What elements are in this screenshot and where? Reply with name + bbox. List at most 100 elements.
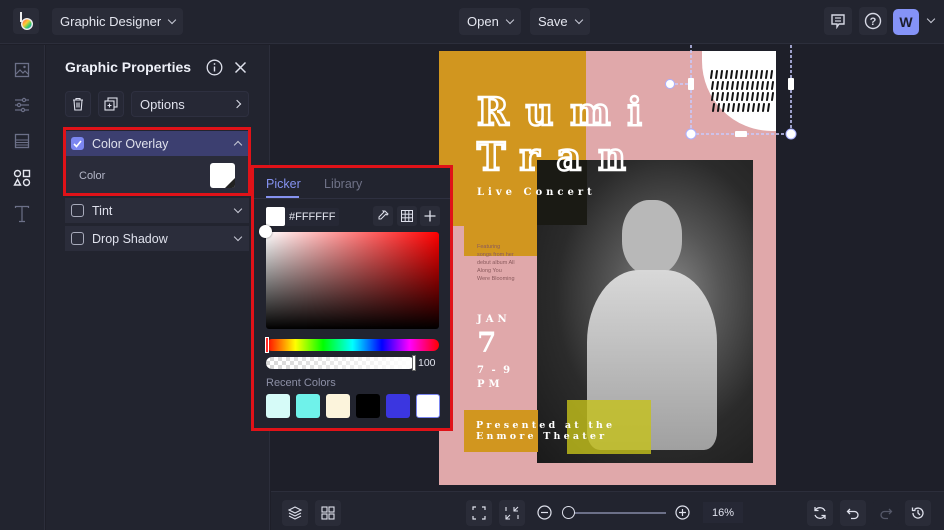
rail-item-graphics[interactable] [12, 168, 32, 188]
shrink-button[interactable] [499, 500, 525, 526]
poster-time-line2: PM [477, 379, 504, 390]
photo-face [622, 200, 682, 275]
rail-item-image[interactable] [12, 60, 32, 80]
drop-shadow-header[interactable]: Drop Shadow [65, 226, 249, 251]
drop-shadow-checkbox[interactable] [71, 232, 84, 245]
poster-month: JAN [477, 314, 511, 325]
recent-color-swatch[interactable] [386, 394, 410, 418]
minus-circle-icon [537, 505, 552, 520]
current-color-swatch [266, 207, 285, 226]
hue-slider[interactable] [266, 339, 439, 351]
app-menu-dropdown[interactable]: Graphic Designer [52, 8, 184, 35]
recent-color-swatch[interactable] [296, 394, 320, 418]
sliders-icon [15, 97, 29, 113]
chevron-down-icon [574, 15, 583, 25]
resize-handle-bottom-left[interactable] [685, 128, 697, 140]
help-button[interactable]: ? [859, 7, 887, 35]
zoom-slider-handle[interactable] [562, 506, 575, 519]
hue-handle[interactable] [265, 337, 269, 353]
open-dropdown[interactable]: Open [459, 8, 521, 35]
saturation-value-area[interactable] [266, 232, 439, 329]
delete-button[interactable] [65, 91, 91, 117]
eyedropper-button[interactable] [373, 206, 393, 226]
rail-item-layout[interactable] [12, 131, 32, 151]
tint-header[interactable]: Tint [65, 198, 249, 223]
tab-library[interactable]: Library [324, 177, 362, 191]
info-button[interactable] [206, 59, 223, 81]
refresh-icon [814, 507, 826, 519]
opacity-handle[interactable] [412, 355, 416, 371]
duplicate-icon [104, 97, 118, 111]
grid-icon [321, 506, 335, 520]
recent-color-swatch[interactable] [326, 394, 350, 418]
user-avatar[interactable]: W [893, 9, 919, 35]
close-icon [234, 61, 247, 74]
chevron-right-icon [232, 99, 242, 109]
recent-color-swatch[interactable] [416, 394, 440, 418]
hex-input[interactable]: #FFFFFF [285, 208, 339, 226]
eyedropper-icon [378, 210, 389, 220]
app-logo[interactable] [13, 8, 39, 34]
tab-divider [254, 198, 450, 199]
opacity-slider[interactable] [266, 357, 415, 369]
help-icon: ? [864, 12, 882, 30]
tab-picker[interactable]: Picker [266, 177, 301, 191]
expand-icon [472, 506, 486, 520]
poster-venue-line1: Presented at the [476, 420, 616, 431]
selection-bounding-box [665, 45, 797, 140]
bottom-toolbar: 16% [271, 491, 944, 530]
comments-icon [831, 14, 845, 29]
layers-button[interactable] [282, 500, 308, 526]
history-button[interactable] [905, 500, 931, 526]
save-dropdown[interactable]: Save [530, 8, 590, 35]
duplicate-button[interactable] [98, 91, 124, 117]
text-icon [14, 205, 30, 223]
resize-handle-left[interactable] [688, 78, 694, 90]
plus-circle-icon [675, 505, 690, 520]
poster-venue-line2: Enmore Theater [476, 431, 608, 442]
compress-icon [505, 506, 519, 520]
recent-color-swatch[interactable] [356, 394, 380, 418]
poster-time-line1: 7 - 9 [477, 365, 513, 376]
chevron-down-icon [233, 232, 243, 242]
account-chevron-down-icon[interactable] [926, 14, 936, 24]
layers-icon [288, 506, 302, 520]
chevron-down-icon [167, 15, 177, 25]
palette-grid-button[interactable] [397, 206, 417, 226]
rail-item-text[interactable] [12, 204, 32, 224]
saturation-handle[interactable] [259, 225, 272, 238]
rotate-handle[interactable] [665, 79, 675, 89]
undo-button[interactable] [840, 500, 866, 526]
left-tool-rail [0, 45, 45, 530]
poster-title-line2: Tran [476, 133, 643, 181]
zoom-percent-field[interactable]: 16% [703, 502, 743, 523]
zoom-slider-track[interactable] [569, 512, 666, 514]
close-panel-button[interactable] [234, 61, 247, 79]
graphic-properties-panel: Graphic Properties Options Color Overlay… [46, 45, 270, 530]
sync-button[interactable] [807, 500, 833, 526]
recent-color-swatch[interactable] [266, 394, 290, 418]
zoom-out-button[interactable] [537, 505, 552, 525]
save-label: Save [538, 14, 568, 29]
resize-handle-right[interactable] [788, 78, 794, 90]
grid-view-button[interactable] [315, 500, 341, 526]
zoom-in-button[interactable] [675, 505, 690, 525]
tint-checkbox[interactable] [71, 204, 84, 217]
poster-venue: Presented at the Enmore Theater [476, 420, 615, 442]
chevron-down-icon [505, 15, 515, 25]
color-picker-popup: Picker Library #FFFFFF 100 Recent Colors [251, 165, 453, 431]
opacity-value: 100 [418, 357, 436, 369]
resize-handle-bottom[interactable] [735, 131, 747, 137]
info-icon [206, 59, 223, 76]
comments-button[interactable] [824, 7, 852, 35]
rail-item-adjustments[interactable] [12, 95, 32, 115]
app-menu-label: Graphic Designer [60, 14, 162, 29]
open-label: Open [467, 14, 499, 29]
options-label: Options [140, 96, 185, 112]
redo-button[interactable] [873, 500, 899, 526]
resize-handle-bottom-right[interactable] [785, 128, 797, 140]
svg-text:?: ? [870, 16, 877, 28]
options-button[interactable]: Options [131, 91, 249, 117]
fit-screen-button[interactable] [466, 500, 492, 526]
add-color-button[interactable] [420, 206, 440, 226]
